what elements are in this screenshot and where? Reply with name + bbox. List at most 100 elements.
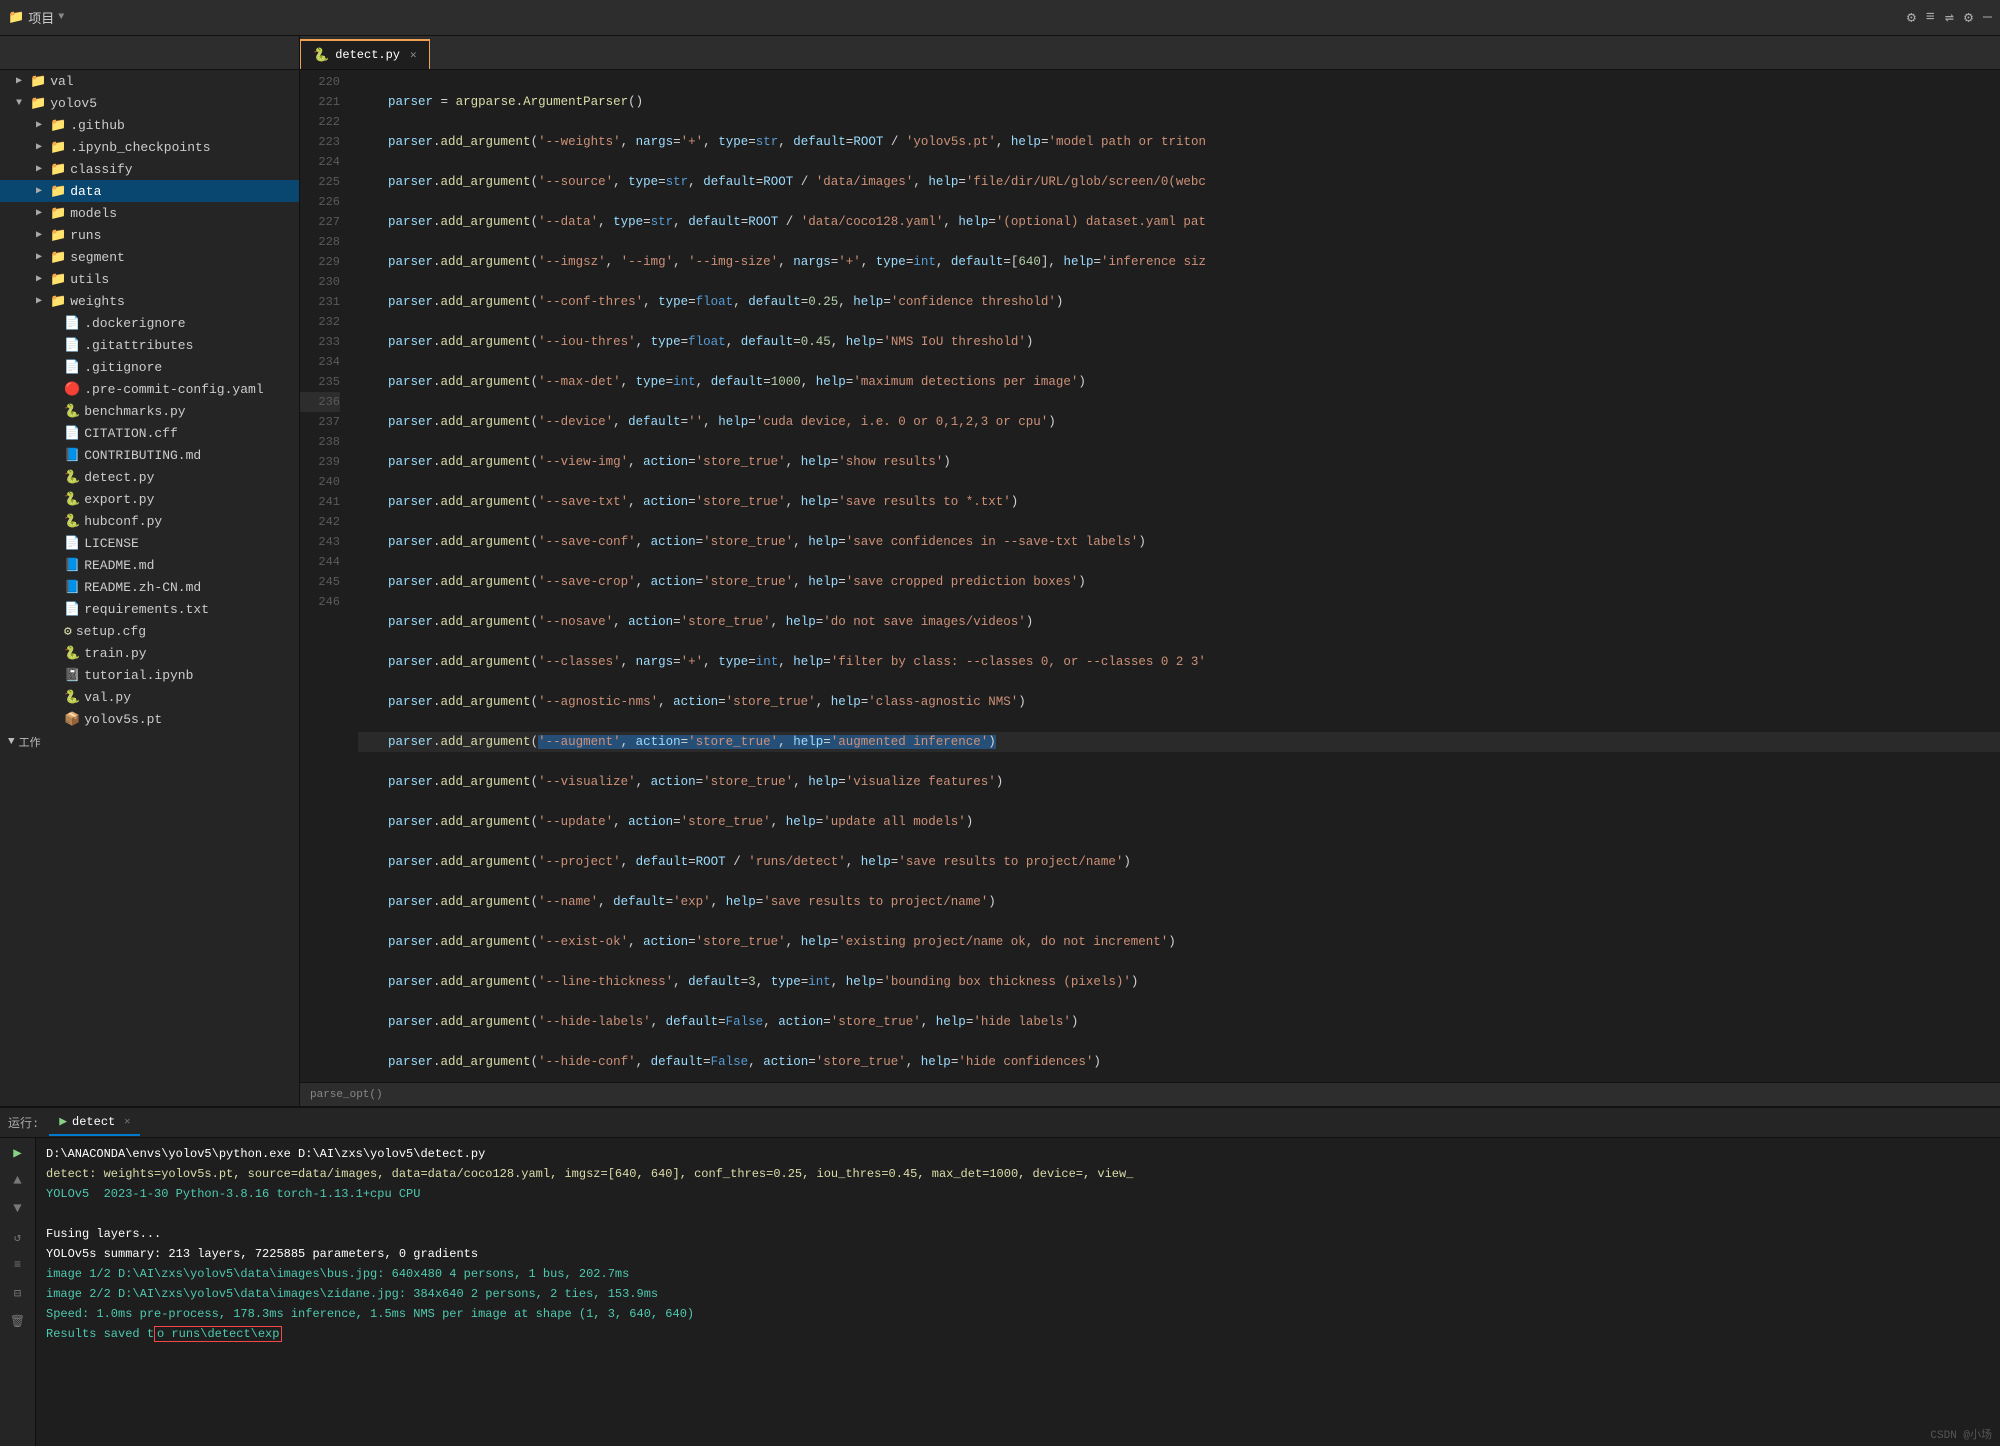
dropdown-icon: ▼: [58, 12, 64, 23]
tree-item-weights[interactable]: ▶ 📁 weights: [0, 290, 299, 312]
tree-item-export[interactable]: ▶ 🐍 export.py: [0, 488, 299, 510]
run-list-button[interactable]: ≡: [5, 1254, 31, 1276]
terminal-detect-tab[interactable]: ▶ detect ✕: [49, 1110, 140, 1136]
tree-item-models[interactable]: ▶ 📁 models: [0, 202, 299, 224]
folder-icon: 📁: [50, 228, 66, 243]
tree-label: CONTRIBUTING.md: [84, 448, 201, 463]
breadcrumb-text: parse_opt(): [310, 1089, 383, 1101]
detect-tab[interactable]: 🐍 detect.py ✕: [300, 39, 430, 69]
terminal-line-2: detect: weights=yolov5s.pt, source=data/…: [46, 1164, 1990, 1184]
tree-item-detect[interactable]: ▶ 🐍 detect.py: [0, 466, 299, 488]
run-search-button[interactable]: ⊟: [5, 1282, 31, 1304]
tree-item-val[interactable]: ▶ 🐍 val.py: [0, 686, 299, 708]
tree-label: data: [70, 184, 101, 199]
tree-label: weights: [70, 294, 125, 309]
project-section[interactable]: 📁 项目 ▼: [8, 8, 64, 27]
folder-icon: 📁: [50, 272, 66, 287]
line-numbers: 220221222223 224225226227 228229230231 2…: [300, 70, 348, 1082]
terminal-line-3: YOLOv5 2023-1-30 Python-3.8.16 torch-1.1…: [46, 1184, 1990, 1204]
tree-label: .dockerignore: [84, 316, 185, 331]
folder-icon: 📁: [30, 96, 46, 111]
tree-item-hubconf[interactable]: ▶ 🐍 hubconf.py: [0, 510, 299, 532]
tree-item-citation[interactable]: ▶ 📄 CITATION.cff: [0, 422, 299, 444]
tree-item-tutorial[interactable]: ▶ 📓 tutorial.ipynb: [0, 664, 299, 686]
tree-item-runs[interactable]: ▶ 📁 runs: [0, 224, 299, 246]
file-icon: ⚙: [64, 624, 72, 639]
terminal-side-icons: ▶ ▲ ▼ ↺ ≡ ⊟ 🗑: [0, 1138, 36, 1446]
tree-item-gitignore[interactable]: ▶ 📄 .gitignore: [0, 356, 299, 378]
tree-label: utils: [70, 272, 109, 287]
config-icon[interactable]: ⚙: [1964, 8, 1973, 27]
tree-item-yolov5s[interactable]: ▶ 📦 yolov5s.pt: [0, 708, 299, 730]
bottom-panel: 运行: ▶ detect ✕ ▶ ▲ ▼ ↺ ≡ ⊟ 🗑 D:\ANACONDA…: [0, 1106, 2000, 1446]
tree-item-readme-cn[interactable]: ▶ 📘 README.zh-CN.md: [0, 576, 299, 598]
tree-label: .ipynb_checkpoints: [70, 140, 210, 155]
tree-item-contributing[interactable]: ▶ 📘 CONTRIBUTING.md: [0, 444, 299, 466]
tree-label: .gitignore: [84, 360, 162, 375]
tree-item-precommit[interactable]: ▶ 🔴 .pre-commit-config.yaml: [0, 378, 299, 400]
tree-item-segment[interactable]: ▶ 📁 segment: [0, 246, 299, 268]
tree-label: CITATION.cff: [84, 426, 178, 441]
list-icon[interactable]: ≡: [1926, 9, 1935, 26]
tree-item-dockerignore[interactable]: ▶ 📄 .dockerignore: [0, 312, 299, 334]
play-icon: ▶: [59, 1114, 67, 1129]
folder-icon: 📁: [50, 184, 66, 199]
expand-arrow: ▼: [16, 98, 30, 109]
main-area: ▶ 📁 val ▼ 📁 yolov5 ▶ 📁 .github ▶ 📁 .ipyn…: [0, 36, 2000, 1106]
terminal-output: D:\ANACONDA\envs\yolov5\python.exe D:\AI…: [36, 1138, 2000, 1446]
run-trash-button[interactable]: 🗑: [5, 1310, 31, 1332]
tree-item-license[interactable]: ▶ 📄 LICENSE: [0, 532, 299, 554]
tree-label: .pre-commit-config.yaml: [84, 382, 263, 397]
file-icon: 🔴: [64, 382, 80, 397]
tab-label: detect.py: [335, 48, 400, 62]
tree-item-val[interactable]: ▶ 📁 val: [0, 70, 299, 92]
run-rerun-button[interactable]: ↺: [5, 1226, 31, 1248]
folder-icon: 📁: [8, 10, 24, 25]
code-text[interactable]: parser = argparse.ArgumentParser() parse…: [348, 70, 2000, 1082]
minus-icon[interactable]: —: [1983, 9, 1992, 26]
terminal-line-1: D:\ANACONDA\envs\yolov5\python.exe D:\AI…: [46, 1144, 1990, 1164]
folder-icon: 📁: [50, 118, 66, 133]
tree-label: yolov5: [50, 96, 97, 111]
tree-label: .github: [70, 118, 125, 133]
tree-item-classify[interactable]: ▶ 📁 classify: [0, 158, 299, 180]
tree-item-gitattributes[interactable]: ▶ 📄 .gitattributes: [0, 334, 299, 356]
folder-icon: 📁: [30, 74, 46, 89]
project-label: 项目: [28, 8, 54, 27]
folder-icon: 📁: [50, 250, 66, 265]
tree-item-benchmarks[interactable]: ▶ 🐍 benchmarks.py: [0, 400, 299, 422]
tree-item-yolov5[interactable]: ▼ 📁 yolov5: [0, 92, 299, 114]
code-content-area: 220221222223 224225226227 228229230231 2…: [300, 70, 2000, 1082]
expand-arrow: ▶: [36, 229, 50, 241]
settings-icon[interactable]: ⚙: [1907, 8, 1916, 27]
terminal-tab-close[interactable]: ✕: [124, 1116, 130, 1128]
tree-label: README.zh-CN.md: [84, 580, 201, 595]
workspace-label: 工作: [19, 734, 41, 750]
workspace-section[interactable]: ▼ 工作: [0, 730, 299, 754]
run-up-button[interactable]: ▲: [5, 1170, 31, 1192]
tree-item-train[interactable]: ▶ 🐍 train.py: [0, 642, 299, 664]
sync-icon[interactable]: ⇌: [1945, 8, 1954, 27]
file-icon: 📄: [64, 602, 80, 617]
file-icon: 🐍: [64, 470, 80, 485]
run-play-button[interactable]: ▶: [5, 1142, 31, 1164]
tree-item-readme[interactable]: ▶ 📘 README.md: [0, 554, 299, 576]
tree-item-setup[interactable]: ▶ ⚙ setup.cfg: [0, 620, 299, 642]
folder-icon: 📁: [50, 162, 66, 177]
tree-item-data[interactable]: ▶ 📁 data: [0, 180, 299, 202]
tree-item-requirements[interactable]: ▶ 📄 requirements.txt: [0, 598, 299, 620]
tree-item-ipynb-checkpoints[interactable]: ▶ 📁 .ipynb_checkpoints: [0, 136, 299, 158]
bottom-tab-bar: 运行: ▶ detect ✕: [0, 1108, 2000, 1138]
terminal-line-9: Speed: 1.0ms pre-process, 178.3ms infere…: [46, 1304, 1990, 1324]
tree-label: LICENSE: [84, 536, 139, 551]
folder-icon: 📁: [50, 206, 66, 221]
run-down-button[interactable]: ▼: [5, 1198, 31, 1220]
tree-label: .gitattributes: [84, 338, 193, 353]
tree-label: requirements.txt: [84, 602, 209, 617]
tab-close-icon[interactable]: ✕: [410, 48, 417, 62]
tree-label: val: [50, 74, 73, 89]
tree-item-utils[interactable]: ▶ 📁 utils: [0, 268, 299, 290]
file-icon: 📄: [64, 316, 80, 331]
expand-arrow: ▶: [36, 163, 50, 175]
tree-item-github[interactable]: ▶ 📁 .github: [0, 114, 299, 136]
